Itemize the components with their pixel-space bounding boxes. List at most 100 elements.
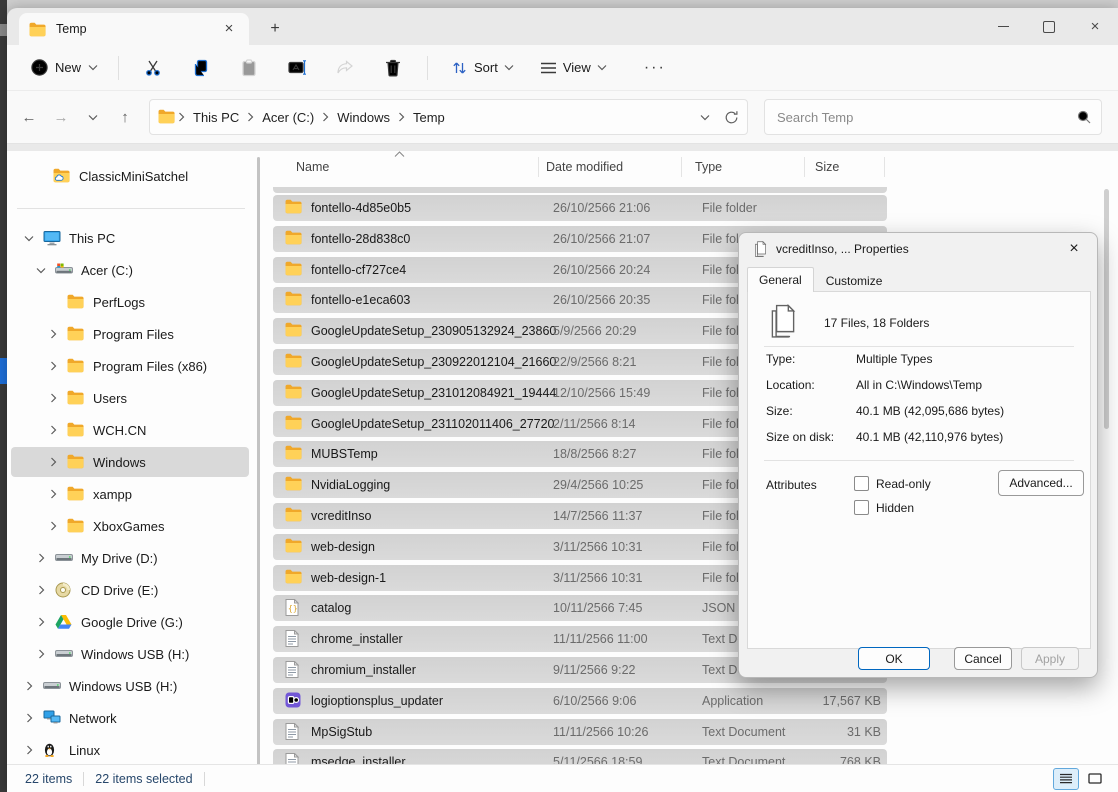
refresh-icon[interactable] [724,110,739,125]
plus-circle-icon [31,59,48,76]
file-row-MpSigStub[interactable]: MpSigStub11/11/2566 10:26Text Document31… [273,719,887,745]
chevron-right-icon[interactable] [33,553,49,563]
chevron-right-icon[interactable] [45,329,61,339]
chevron-right-icon[interactable] [45,425,61,435]
sidebar-item-xampp[interactable]: xampp [11,479,249,509]
sidebar-item-network[interactable]: Network [11,703,249,733]
chevron-right-icon[interactable] [45,457,61,467]
chevron-right-icon[interactable] [33,649,49,659]
dialog-field: Type:Multiple Types [766,352,1080,378]
sidebar-item-perflogs[interactable]: PerfLogs [11,287,249,317]
delete-button[interactable] [369,52,417,84]
view-button[interactable]: View [531,54,616,81]
cut-button[interactable] [129,52,177,84]
sort-ascending-icon [394,151,405,158]
dialog-tab-general[interactable]: General [747,267,814,292]
search-icon [1077,110,1091,124]
folder-icon [285,199,303,216]
chevron-down-icon[interactable] [21,235,37,242]
details-view-toggle[interactable] [1053,768,1079,790]
sidebar-item-xboxgames[interactable]: XboxGames [11,511,249,541]
minimize-button[interactable] [980,8,1026,45]
copy-button[interactable] [177,52,225,84]
sidebar-item-windows-usb-h-[interactable]: Windows USB (H:) [11,639,249,669]
breadcrumb-item[interactable]: Acer (C:) [255,106,321,129]
forward-button[interactable]: → [45,101,77,133]
chevron-right-icon[interactable] [45,489,61,499]
column-header-date[interactable]: Date modified [546,160,623,174]
dialog-tab-customize[interactable]: Customize [814,269,895,294]
sidebar-item-google-drive-g-[interactable]: Google Drive (G:) [11,607,249,637]
rename-icon [288,59,307,76]
chevron-right-icon[interactable] [45,393,61,403]
search-box[interactable] [764,99,1102,135]
chevron-right-icon[interactable] [45,361,61,371]
folder-icon [67,294,86,311]
apply-button[interactable]: Apply [1021,647,1079,670]
sidebar-item-program-files-x86-[interactable]: Program Files (x86) [11,351,249,381]
new-tab-button[interactable]: + [263,17,287,41]
dialog-close-icon[interactable]: × [1061,240,1087,258]
chevron-right-icon[interactable] [21,745,37,755]
column-header-type[interactable]: Type [695,160,722,174]
up-button[interactable]: ↑ [109,101,141,133]
back-button[interactable]: ← [13,101,45,133]
breadcrumb-item[interactable]: Windows [330,106,397,129]
more-options-button[interactable]: ··· [634,55,676,81]
file-row-fontello-4d85e0b5[interactable]: fontello-4d85e0b526/10/2566 21:06File fo… [273,195,887,221]
sidebar-item-users[interactable]: Users [11,383,249,413]
recent-locations-button[interactable] [77,101,109,133]
file-list-scrollbar[interactable] [1104,189,1109,429]
tab-temp[interactable]: Temp × [19,13,249,45]
cancel-button[interactable]: Cancel [954,647,1012,670]
chevron-right-icon[interactable] [33,617,49,627]
advanced-button[interactable]: Advanced... [998,470,1084,496]
sidebar-item-cd-drive-e-[interactable]: CD Drive (E:) [11,575,249,605]
field-value: 40.1 MB (42,110,976 bytes) [856,430,1003,456]
sort-button[interactable]: Sort [442,54,523,82]
column-header-size[interactable]: Size [815,160,839,174]
tab-close-icon[interactable]: × [219,19,239,39]
chevron-down-icon[interactable] [33,267,49,274]
hidden-checkbox[interactable]: Hidden [854,500,914,515]
breadcrumb-item[interactable]: This PC [186,106,246,129]
sidebar-item-wch-cn[interactable]: WCH.CN [11,415,249,445]
checkbox-icon[interactable] [854,500,869,515]
sidebar-item-classicminisatchel[interactable]: ClassicMiniSatchel [11,161,249,191]
sidebar-item-acer-c-[interactable]: Acer (C:) [11,255,249,285]
paste-button[interactable] [225,52,273,84]
chevron-right-icon[interactable] [33,585,49,595]
chevron-right-icon[interactable] [21,713,37,723]
folder-icon [285,445,303,462]
sidebar-item-windows[interactable]: Windows [11,447,249,477]
file-name: web-design-1 [311,571,386,585]
maximize-button[interactable] [1026,8,1072,45]
sidebar-item-my-drive-d-[interactable]: My Drive (D:) [11,543,249,573]
checkbox-icon[interactable] [854,476,869,491]
file-row-logioptionsplus_updater[interactable]: logioptionsplus_updater6/10/2566 9:06App… [273,688,887,714]
sidebar-item-program-files[interactable]: Program Files [11,319,249,349]
column-header-name[interactable]: Name [296,160,329,174]
sidebar-scrollbar[interactable] [257,157,260,765]
file-row-msedge_installer[interactable]: msedge_installer5/11/2566 18:59Text Docu… [273,749,887,765]
file-name: fontello-cf727ce4 [311,263,406,277]
breadcrumb-item[interactable]: Temp [406,106,452,129]
address-dropdown-icon[interactable] [700,114,710,121]
ok-button[interactable]: OK [858,647,930,670]
item-count: 22 items [25,772,72,786]
readonly-checkbox[interactable]: Read-only [854,476,931,491]
folder-icon [285,353,303,370]
sidebar-item-this-pc[interactable]: This PC [11,223,249,253]
share-button[interactable] [321,52,369,84]
chevron-right-icon[interactable] [21,681,37,691]
sidebar-item-windows-usb-h-[interactable]: Windows USB (H:) [11,671,249,701]
address-bar[interactable]: This PC Acer (C:) Windows Temp [149,99,748,135]
dialog-field: Size:40.1 MB (42,095,686 bytes) [766,404,1080,430]
large-icons-view-toggle[interactable] [1082,768,1108,790]
new-button[interactable]: New [21,53,108,82]
window-close-button[interactable]: × [1072,8,1118,45]
rename-button[interactable] [273,52,321,84]
search-input[interactable] [775,109,1077,126]
sidebar-item-linux[interactable]: Linux [11,735,249,765]
chevron-right-icon[interactable] [45,521,61,531]
